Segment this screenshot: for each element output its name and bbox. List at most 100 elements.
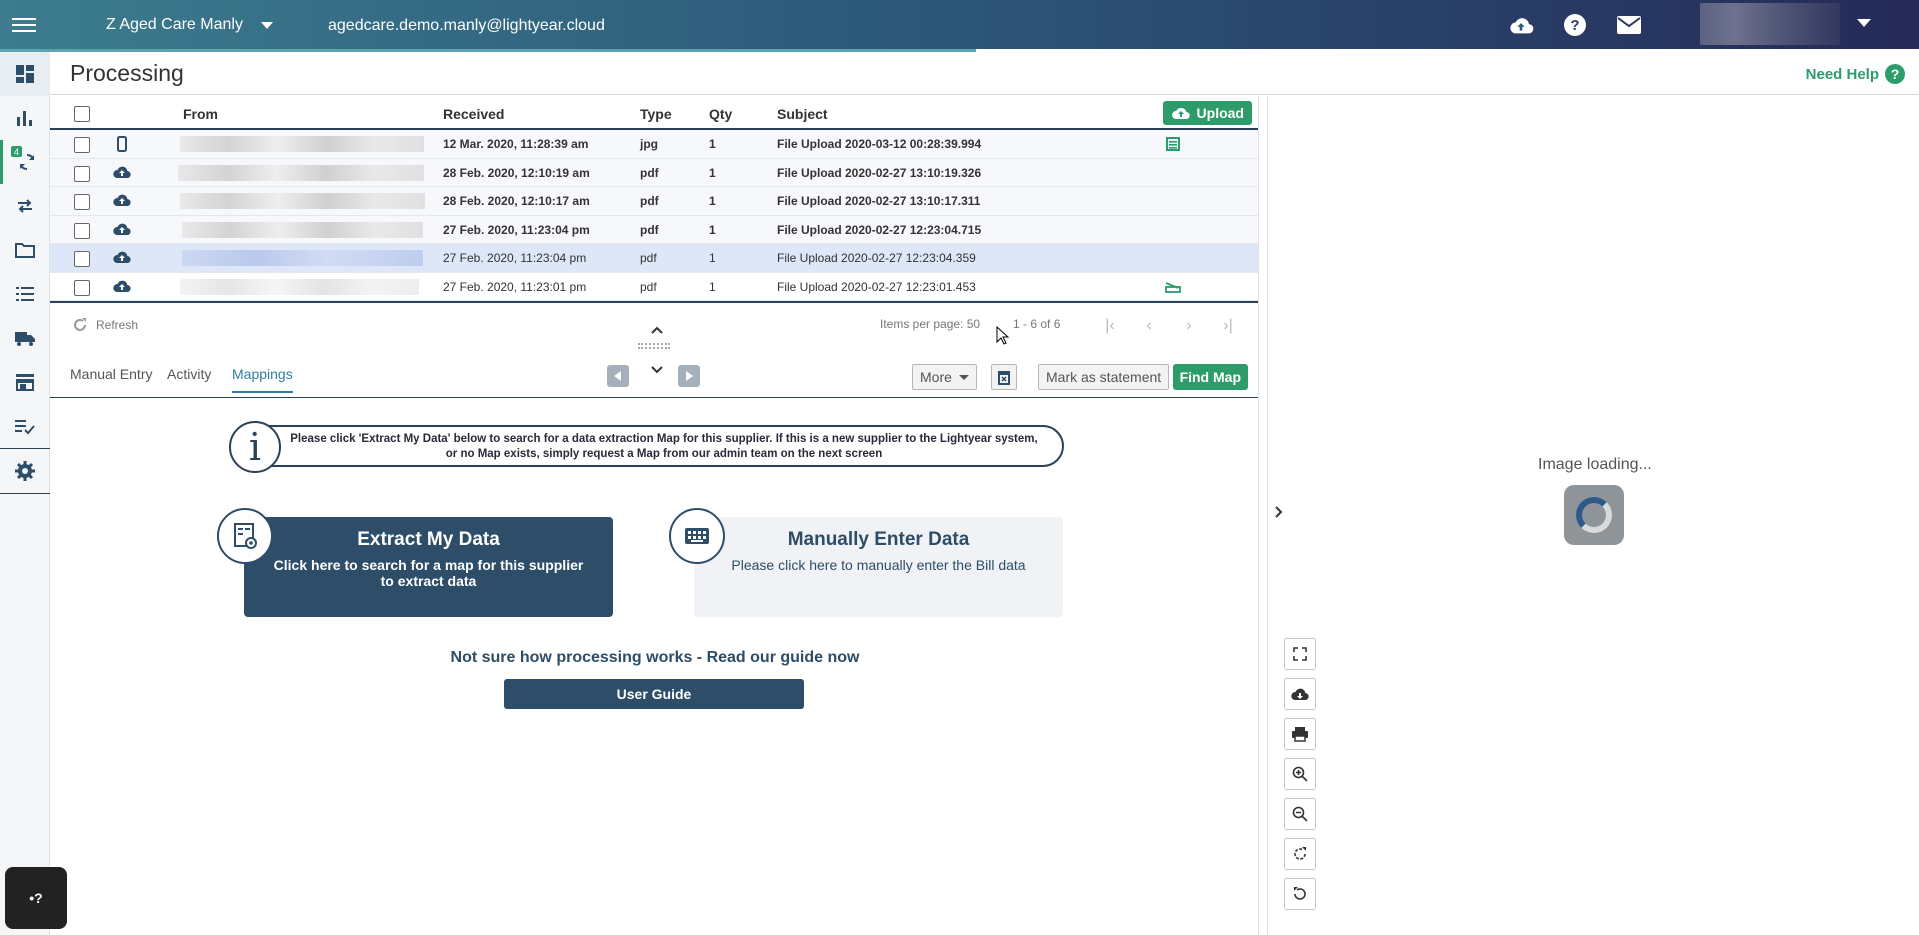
- subject-cell: File Upload 2020-03-12 00:28:39.994: [777, 137, 982, 151]
- chart-icon: [17, 111, 32, 126]
- items-per-page[interactable]: Items per page: 50: [880, 317, 980, 331]
- upload-button[interactable]: Upload: [1162, 101, 1252, 125]
- keyboard-icon: [669, 508, 725, 564]
- received-cell: 28 Feb. 2020, 12:10:19 am: [443, 165, 590, 180]
- table-row[interactable]: 27 Feb. 2020, 11:23:04 pm pdf 1 File Upl…: [50, 215, 1258, 244]
- rotate-left-icon[interactable]: [1284, 878, 1316, 910]
- top-bar: Z Aged Care Manly agedcare.demo.manly@li…: [0, 0, 1919, 49]
- tab-activity[interactable]: Activity: [167, 366, 211, 382]
- menu-icon[interactable]: [12, 14, 36, 34]
- info-text: Please click 'Extract My Data' below to …: [290, 433, 1038, 460]
- extract-my-data-card[interactable]: Extract My Data Click here to search for…: [244, 517, 613, 617]
- org-selector[interactable]: Z Aged Care Manly: [106, 16, 273, 34]
- tab-mappings[interactable]: Mappings: [232, 366, 293, 393]
- refresh-button[interactable]: Refresh: [72, 317, 138, 333]
- prev-document-button[interactable]: [607, 365, 629, 387]
- nav-settings[interactable]: [0, 449, 50, 493]
- cloud-upload-icon: [113, 166, 131, 182]
- last-page-icon[interactable]: ›|: [1217, 315, 1239, 337]
- mail-icon[interactable]: [1616, 12, 1642, 38]
- chevron-down-icon[interactable]: [650, 364, 664, 376]
- mark-as-statement-button[interactable]: Mark as statement: [1038, 364, 1170, 390]
- subject-cell: File Upload 2020-02-27 13:10:17.311: [777, 194, 981, 208]
- chat-support-button[interactable]: •?: [5, 867, 67, 929]
- received-cell: 27 Feb. 2020, 11:23:01 pm: [443, 279, 587, 294]
- qty-cell: 1: [709, 194, 716, 208]
- col-subject: Subject: [777, 106, 828, 122]
- nav-dashboard[interactable]: [0, 52, 50, 96]
- nav-lists[interactable]: [0, 272, 50, 316]
- document-icon[interactable]: [1166, 137, 1180, 154]
- zoom-out-icon[interactable]: [1284, 798, 1316, 830]
- nav-transactions[interactable]: [0, 184, 50, 228]
- first-page-icon[interactable]: |‹: [1099, 315, 1121, 337]
- nav-reports[interactable]: [0, 96, 50, 140]
- nav-suppliers[interactable]: [0, 316, 50, 360]
- qty-cell: 1: [709, 222, 716, 237]
- user-menu-chevron-icon[interactable]: [1857, 19, 1871, 27]
- processing-badge: 4: [11, 146, 22, 157]
- table-row[interactable]: 12 Mar. 2020, 11:28:39 am jpg 1 File Upl…: [50, 130, 1258, 159]
- help-icon[interactable]: ?: [1562, 12, 1588, 38]
- row-checkbox[interactable]: [74, 222, 90, 239]
- table-header: From Received Type Qty Subject Upload: [50, 96, 1258, 130]
- refresh-icon: [74, 318, 86, 331]
- trash-icon: [998, 371, 1010, 385]
- rotate-right-icon[interactable]: [1284, 838, 1316, 870]
- user-guide-button[interactable]: User Guide: [504, 679, 804, 709]
- panel-splitter[interactable]: [1258, 96, 1283, 935]
- qty-cell: 1: [709, 279, 716, 294]
- col-qty: Qty: [709, 106, 733, 122]
- table-row[interactable]: 28 Feb. 2020, 12:10:19 am pdf 1 File Upl…: [50, 158, 1258, 187]
- cloud-upload-icon: [113, 223, 131, 239]
- tab-manual-entry[interactable]: Manual Entry: [70, 366, 152, 382]
- more-label: More: [920, 369, 952, 385]
- row-checkbox[interactable]: [74, 251, 90, 267]
- resize-handle[interactable]: [638, 343, 670, 349]
- user-email: agedcare.demo.manly@lightyear.cloud: [328, 17, 605, 34]
- scanner-icon[interactable]: [1165, 281, 1181, 296]
- info-icon: i: [229, 421, 281, 473]
- nav-files[interactable]: [0, 228, 50, 272]
- help-circle-icon: ?: [1885, 64, 1905, 84]
- user-avatar[interactable]: [1700, 3, 1840, 45]
- col-type: Type: [640, 106, 672, 122]
- page-title: Processing: [70, 60, 184, 86]
- row-checkbox[interactable]: [74, 279, 90, 296]
- table-row[interactable]: 27 Feb. 2020, 11:23:01 pm pdf 1 File Upl…: [50, 273, 1258, 301]
- more-dropdown[interactable]: More: [912, 364, 977, 390]
- find-map-button[interactable]: Find Map: [1172, 364, 1248, 390]
- zoom-in-icon[interactable]: [1284, 758, 1316, 790]
- row-checkbox[interactable]: [74, 194, 90, 210]
- checklist-icon: [15, 420, 35, 435]
- row-checkbox[interactable]: [74, 165, 90, 182]
- col-received: Received: [443, 106, 505, 122]
- qty-cell: 1: [709, 165, 716, 180]
- nav-store[interactable]: [0, 360, 50, 404]
- fullscreen-icon[interactable]: [1284, 638, 1316, 670]
- table-row[interactable]: 27 Feb. 2020, 11:23:04 pm pdf 1 File Upl…: [50, 244, 1258, 273]
- need-help-link[interactable]: Need Help ?: [1806, 64, 1905, 84]
- type-cell: pdf: [640, 194, 659, 208]
- manually-enter-data-card[interactable]: Manually Enter Data Please click here to…: [694, 517, 1063, 617]
- nav-approvals[interactable]: [0, 404, 50, 448]
- guide-question: Not sure how processing works - Read our…: [450, 649, 860, 666]
- print-icon[interactable]: [1284, 718, 1316, 750]
- next-document-button[interactable]: [678, 365, 700, 387]
- prev-page-icon[interactable]: ‹: [1138, 315, 1160, 337]
- upload-cloud-icon[interactable]: [1508, 12, 1534, 38]
- manual-title: Manually Enter Data: [787, 529, 970, 550]
- settings-icon: [15, 461, 35, 481]
- row-checkbox[interactable]: [74, 137, 90, 153]
- select-all-checkbox[interactable]: [74, 106, 90, 122]
- table-row[interactable]: 28 Feb. 2020, 12:10:17 am pdf 1 File Upl…: [50, 187, 1258, 216]
- chevron-up-icon[interactable]: [650, 324, 664, 336]
- nav-processing[interactable]: 4: [0, 140, 50, 184]
- delete-button[interactable]: [991, 364, 1017, 390]
- next-page-icon[interactable]: ›: [1178, 315, 1200, 337]
- svg-text:?: ?: [1570, 17, 1579, 34]
- page-header: Processing Need Help ?: [50, 52, 1919, 95]
- upload-label: Upload: [1196, 105, 1244, 121]
- download-icon[interactable]: [1284, 678, 1316, 710]
- subject-cell: File Upload 2020-02-27 12:23:04.715: [777, 222, 982, 237]
